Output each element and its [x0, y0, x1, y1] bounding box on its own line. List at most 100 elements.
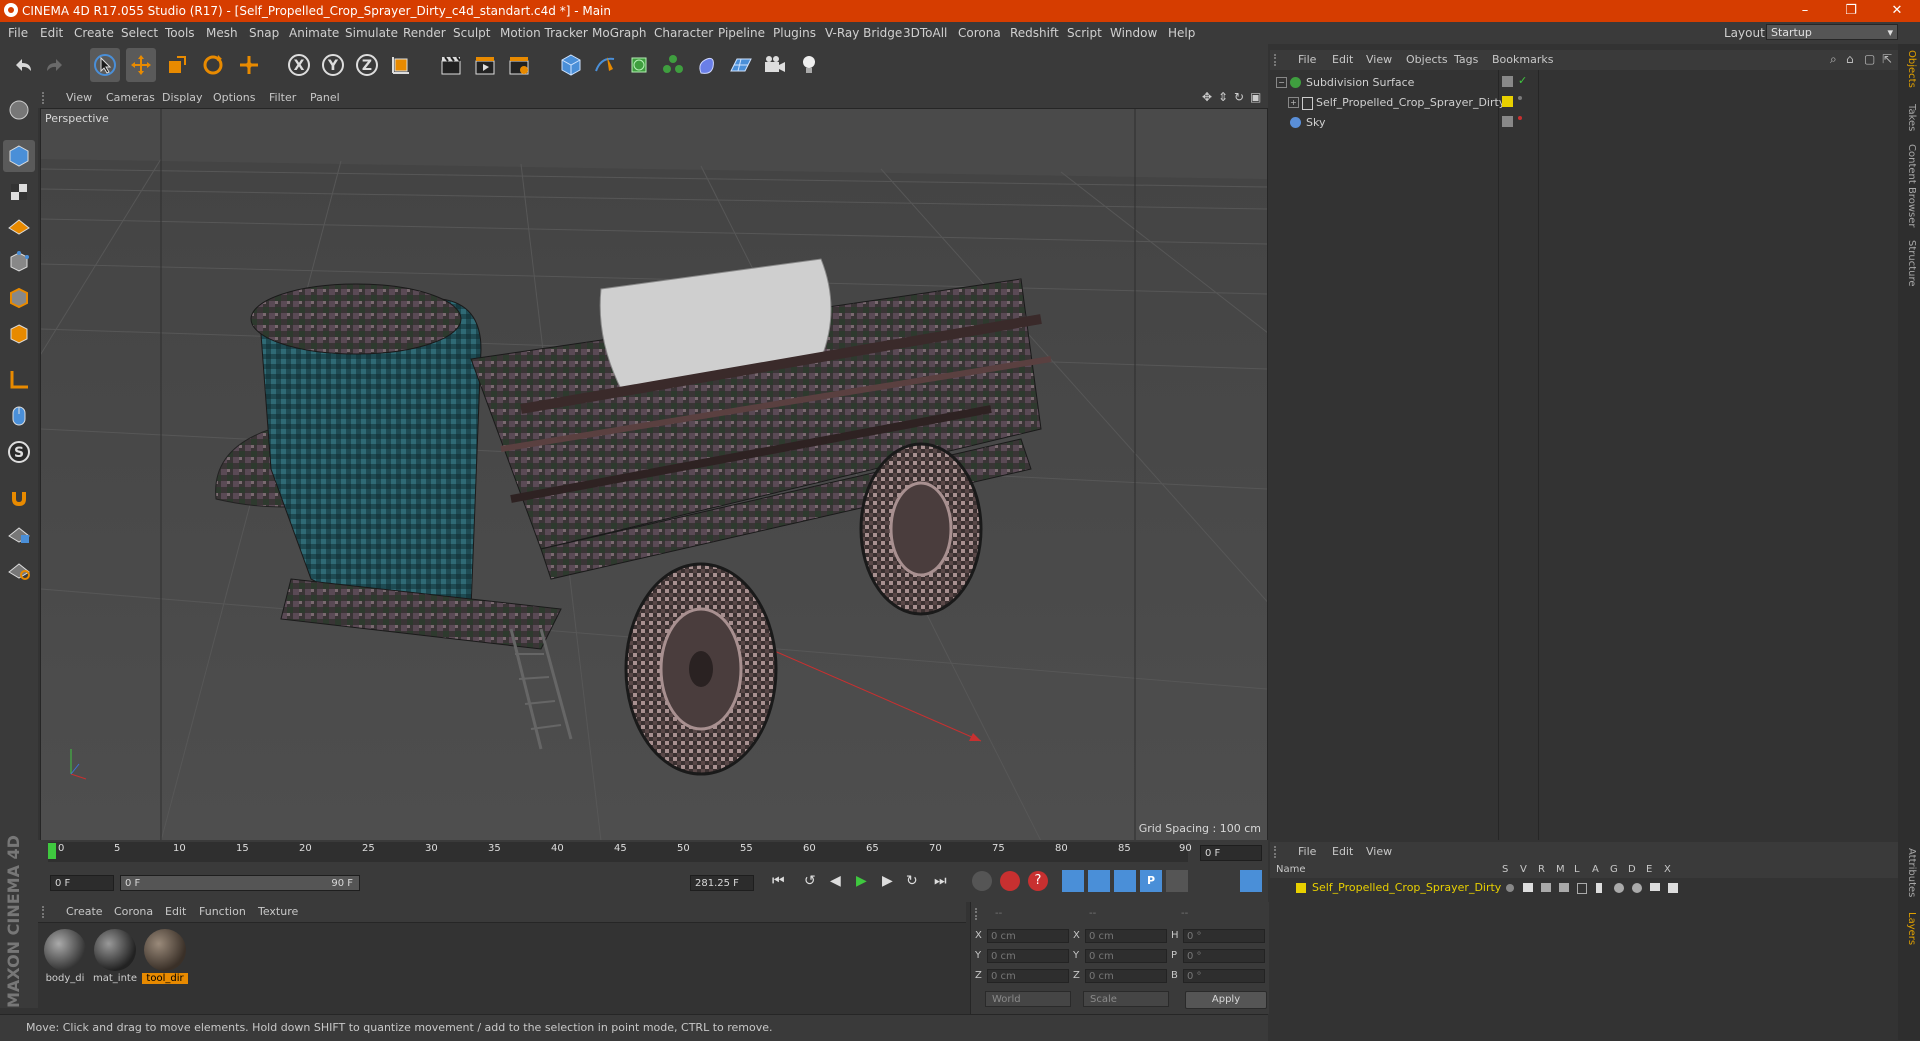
current-frame-field[interactable]: 0 F — [50, 875, 114, 891]
menu-select[interactable]: Select — [121, 26, 158, 40]
object-menu-file[interactable]: File — [1298, 53, 1316, 66]
next-frame-icon[interactable]: ▶ — [882, 873, 893, 889]
rotation-b-field[interactable]: 0 ° — [1183, 969, 1265, 983]
move-button[interactable] — [126, 48, 156, 82]
tab-structure[interactable]: Structure — [1901, 240, 1917, 287]
size-x-field[interactable]: 0 cm — [1085, 929, 1167, 943]
playhead-marker[interactable] — [48, 843, 56, 859]
key-parameter-icon[interactable]: P — [1140, 870, 1162, 892]
play-icon[interactable]: ▶ — [856, 873, 867, 889]
live-selection-button[interactable] — [90, 48, 120, 82]
tweak-mode-button[interactable] — [3, 400, 35, 432]
minimize-button[interactable]: – — [1782, 0, 1828, 22]
menu-tools[interactable]: Tools — [165, 26, 195, 40]
viewport-menu-options[interactable]: Options — [213, 91, 255, 104]
menu-corona[interactable]: Corona — [958, 26, 1001, 40]
new-window-icon[interactable]: ▢ — [1864, 52, 1875, 66]
texture-mode-button[interactable] — [3, 176, 35, 208]
object-row[interactable]: + Self_Propelled_Crop_Sprayer_Dirty — [1274, 94, 1894, 112]
layer-tag-icon[interactable] — [1502, 76, 1513, 87]
render-view-button[interactable] — [436, 48, 466, 82]
layer-menu-file[interactable]: File — [1298, 845, 1316, 858]
generators-toggle-icon[interactable] — [1614, 883, 1624, 893]
material-thumbnail[interactable]: mat_inte — [92, 929, 138, 991]
scale-button[interactable] — [162, 48, 192, 82]
expand-icon[interactable]: + — [1288, 97, 1299, 108]
material-thumbnail-selected[interactable]: tool_dir — [142, 929, 188, 991]
planar-workplane-button[interactable] — [3, 554, 35, 586]
key-pla-icon[interactable] — [1166, 870, 1188, 892]
material-menu-texture[interactable]: Texture — [258, 905, 298, 918]
search-icon[interactable]: ⌕ — [1830, 52, 1837, 67]
size-mode-select[interactable]: Scale — [1083, 991, 1169, 1007]
material-menu-create[interactable]: Create — [66, 905, 103, 918]
add-floor-button[interactable] — [726, 48, 756, 82]
menu-snap[interactable]: Snap — [249, 26, 279, 40]
edit-render-settings-button[interactable] — [504, 48, 534, 82]
object-menu-edit[interactable]: Edit — [1332, 53, 1353, 66]
menu-file[interactable]: File — [8, 26, 28, 40]
record-icon[interactable] — [1000, 871, 1020, 891]
layer-tag-icon[interactable] — [1502, 116, 1513, 127]
object-menu-view[interactable]: View — [1366, 53, 1392, 66]
menu-create[interactable]: Create — [74, 26, 114, 40]
key-scale-icon[interactable] — [1088, 870, 1110, 892]
viewport-menu-view[interactable]: View — [66, 91, 92, 104]
rotation-h-field[interactable]: 0 ° — [1183, 929, 1265, 943]
layer-row[interactable]: Self_Propelled_Crop_Sprayer_Dirty — [1274, 880, 1894, 896]
render-to-picture-viewer-button[interactable] — [470, 48, 500, 82]
workplane-mode-button[interactable] — [3, 208, 35, 240]
coordinate-mode-select[interactable]: World — [985, 991, 1071, 1007]
position-x-field[interactable]: 0 cm — [987, 929, 1069, 943]
position-y-field[interactable]: 0 cm — [987, 949, 1069, 963]
previous-key-icon[interactable]: ↺ — [804, 873, 816, 889]
menu-pipeline[interactable]: Pipeline — [718, 26, 765, 40]
locked-workplane-button[interactable] — [3, 518, 35, 550]
menu-redshift[interactable]: Redshift — [1010, 26, 1059, 40]
material-menu-function[interactable]: Function — [199, 905, 246, 918]
enable-snapping-button[interactable] — [3, 482, 35, 514]
perspective-viewport[interactable]: Perspective Grid Spacing : 100 cm — [40, 108, 1268, 842]
material-menu-edit[interactable]: Edit — [165, 905, 186, 918]
viewport-maximize-icon[interactable]: ▣ — [1250, 90, 1261, 104]
tab-layers[interactable]: Layers — [1901, 912, 1917, 945]
previous-frame-icon[interactable]: ◀ — [830, 873, 841, 889]
layer-menu-view[interactable]: View — [1366, 845, 1392, 858]
timeline-ruler[interactable]: 0 5 10 15 20 25 30 35 40 45 50 55 60 65 … — [38, 840, 1268, 866]
position-z-field[interactable]: 0 cm — [987, 969, 1069, 983]
add-camera-button[interactable] — [760, 48, 790, 82]
object-menu-objects[interactable]: Objects — [1406, 53, 1448, 66]
menu-script[interactable]: Script — [1067, 26, 1102, 40]
size-z-field[interactable]: 0 cm — [1085, 969, 1167, 983]
object-row[interactable]: Sky — [1274, 114, 1894, 132]
menu-vray-bridge[interactable]: V-Ray Bridge — [825, 26, 902, 40]
layout-select[interactable]: Startup ▾ — [1766, 24, 1898, 40]
add-deformer-button[interactable] — [692, 48, 722, 82]
menu-edit[interactable]: Edit — [40, 26, 63, 40]
autokey-icon[interactable]: ? — [1028, 871, 1048, 891]
key-rotation-icon[interactable] — [1114, 870, 1136, 892]
menu-window[interactable]: Window — [1110, 26, 1157, 40]
menu-mesh[interactable]: Mesh — [206, 26, 238, 40]
material-thumbnail[interactable]: body_di — [42, 929, 88, 991]
rotation-p-field[interactable]: 0 ° — [1183, 949, 1265, 963]
motion-path-icon[interactable] — [972, 871, 992, 891]
tab-content-browser[interactable]: Content Browser — [1901, 144, 1917, 227]
menu-render[interactable]: Render — [403, 26, 446, 40]
add-spline-button[interactable] — [590, 48, 620, 82]
viewport-menu-cameras[interactable]: Cameras — [106, 91, 155, 104]
coordinate-system-button[interactable] — [386, 48, 416, 82]
menu-3dtoall[interactable]: 3DToAll — [903, 26, 947, 40]
layer-color-swatch[interactable] — [1296, 883, 1306, 893]
tab-attributes[interactable]: Attributes — [1901, 848, 1917, 897]
axis-mode-button[interactable] — [3, 364, 35, 396]
object-menu-bookmarks[interactable]: Bookmarks — [1492, 53, 1553, 66]
timeline-end-field[interactable]: 0 F — [1200, 845, 1262, 861]
viewport-rotate-icon[interactable]: ↻ — [1234, 90, 1244, 104]
add-array-button[interactable] — [658, 48, 688, 82]
transform-button[interactable] — [234, 48, 264, 82]
viewport-menu-panel[interactable]: Panel — [310, 91, 340, 104]
y-axis-lock-button[interactable]: Y — [318, 48, 348, 82]
points-mode-button[interactable] — [3, 246, 35, 278]
viewport-zoom-icon[interactable]: ⇕ — [1218, 90, 1228, 104]
